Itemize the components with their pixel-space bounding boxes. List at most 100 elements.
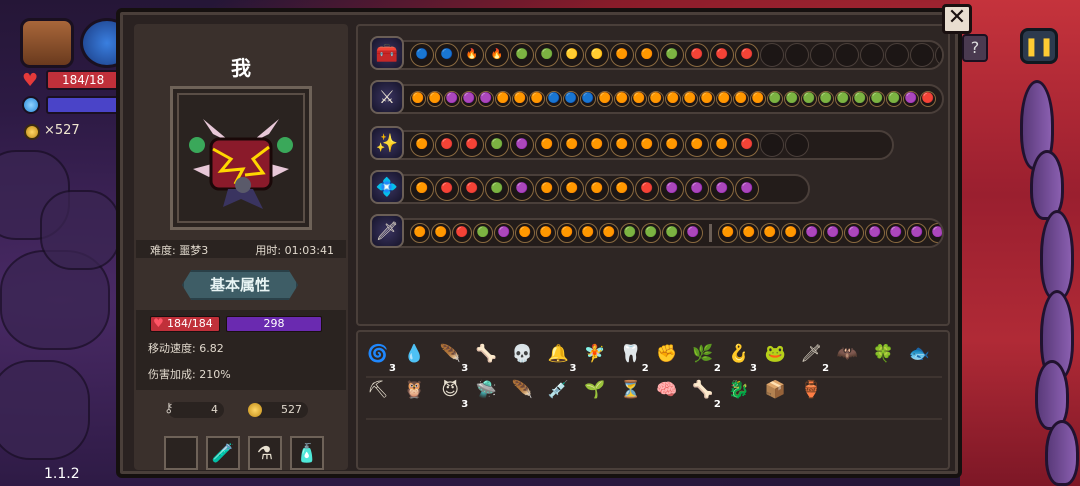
weapon-gem[interactable]: 🔴 <box>460 177 484 201</box>
weapon-gem[interactable]: 🟠 <box>529 91 545 107</box>
weapon-gem[interactable]: 🔴 <box>435 133 459 157</box>
weapon-gem[interactable]: 🟣 <box>802 223 822 243</box>
weapon-gem[interactable]: 🟠 <box>635 133 659 157</box>
weapon-gem[interactable]: 🟢 <box>784 91 800 107</box>
weapon-gem[interactable]: 🟠 <box>635 43 659 67</box>
weapon-gem[interactable]: 🟣 <box>823 223 843 243</box>
weapon-gem[interactable]: 🟣 <box>865 223 885 243</box>
weapon-gem[interactable]: 🔴 <box>710 43 734 67</box>
empty-gem-slot[interactable] <box>785 133 809 157</box>
weapon-head-icon[interactable]: ⚔ <box>370 80 404 114</box>
item-icon[interactable]: 🐟 <box>905 340 933 368</box>
weapon-gem[interactable]: 🟠 <box>660 133 684 157</box>
weapon-gem[interactable]: 🟢 <box>660 43 684 67</box>
item-icon[interactable]: 💀 <box>508 340 536 368</box>
weapon-gem[interactable]: 🔴 <box>735 43 759 67</box>
weapon-gem[interactable]: 🟠 <box>682 91 698 107</box>
item-icon[interactable]: 💉 <box>544 376 572 404</box>
weapon-gem[interactable]: 🟠 <box>599 223 619 243</box>
weapon-gem[interactable]: 🟣 <box>444 91 460 107</box>
item-icon[interactable]: 🌱 <box>581 376 609 404</box>
weapon-gem[interactable]: 🟣 <box>494 223 514 243</box>
weapon-gem[interactable]: 🟢 <box>535 43 559 67</box>
weapon-gem[interactable]: 🟠 <box>512 91 528 107</box>
weapon-gem[interactable]: 🟢 <box>886 91 902 107</box>
weapon-gem[interactable]: 🟠 <box>560 177 584 201</box>
weapon-gem[interactable]: 🔵 <box>410 43 434 67</box>
empty-gem-slot[interactable] <box>935 43 942 67</box>
weapon-gem[interactable]: 🟢 <box>852 91 868 107</box>
weapon-gem[interactable]: 🟣 <box>685 177 709 201</box>
weapon-gem[interactable]: 🔥 <box>460 43 484 67</box>
weapon-gem[interactable]: 🟠 <box>560 133 584 157</box>
item-icon[interactable]: 🪶 <box>508 376 536 404</box>
weapon-gem[interactable]: 🟠 <box>597 91 613 107</box>
weapon-gem[interactable]: 🟠 <box>631 91 647 107</box>
item-icon[interactable]: 🛸 <box>472 376 500 404</box>
weapon-gem[interactable]: 🔴 <box>735 133 759 157</box>
weapon-gem[interactable]: 🟠 <box>648 91 664 107</box>
weapon-gem[interactable]: 🟠 <box>585 177 609 201</box>
empty-gem-slot[interactable] <box>810 43 834 67</box>
weapon-gem[interactable]: 🟣 <box>510 133 534 157</box>
weapon-gem[interactable]: 🟣 <box>844 223 864 243</box>
empty-gem-slot[interactable] <box>785 43 809 67</box>
help-tab[interactable]: ? <box>962 34 988 62</box>
potion-slot-pink[interactable]: 🧴 <box>290 436 324 470</box>
weapon-head-icon[interactable]: ✨ <box>370 126 404 160</box>
item-icon[interactable]: 🪝 3 <box>725 340 757 374</box>
item-icon[interactable]: ⛏ <box>364 376 392 404</box>
weapon-gem[interactable]: 🟢 <box>869 91 885 107</box>
item-icon[interactable]: 💧 <box>400 340 428 368</box>
weapon-gem[interactable]: 🔴 <box>920 91 936 107</box>
weapon-row[interactable]: 🔵 🔵 🔥 🔥 🟢 🟢 🟡 🟡 🟠 🟠 🟢 🔴 🔴 🔴 <box>374 40 944 70</box>
empty-gem-slot[interactable] <box>860 43 884 67</box>
weapon-gem[interactable]: 🟠 <box>610 133 634 157</box>
item-icon[interactable]: 🧚 <box>581 340 609 368</box>
weapon-gem[interactable]: 🟣 <box>903 91 919 107</box>
item-icon[interactable]: 🦴 <box>472 340 500 368</box>
weapon-gem[interactable]: 🔵 <box>563 91 579 107</box>
item-icon[interactable]: 📦 <box>761 376 789 404</box>
weapon-gem[interactable]: 🟢 <box>510 43 534 67</box>
weapon-gem[interactable]: 🟢 <box>835 91 851 107</box>
inventory-bag-icon[interactable] <box>20 18 74 68</box>
weapon-gem[interactable]: 🟣 <box>461 91 477 107</box>
weapon-gem[interactable]: 🔴 <box>685 43 709 67</box>
weapon-gem[interactable]: 🟠 <box>536 223 556 243</box>
weapon-gem[interactable]: 🟠 <box>610 177 634 201</box>
item-icon[interactable]: ⏳ <box>617 376 645 404</box>
weapon-gem[interactable]: 🟢 <box>473 223 493 243</box>
item-icon[interactable]: 🔔 3 <box>544 340 577 374</box>
weapon-gem[interactable]: 🔴 <box>635 177 659 201</box>
empty-gem-slot[interactable] <box>910 43 934 67</box>
weapon-head-icon[interactable]: 💠 <box>370 170 404 204</box>
weapon-gem[interactable]: 🟠 <box>699 91 715 107</box>
weapon-gem[interactable]: 🟢 <box>662 223 682 243</box>
weapon-gem[interactable]: 🟣 <box>710 177 734 201</box>
weapon-gem[interactable]: 🔥 <box>485 43 509 67</box>
weapon-gem[interactable]: 🔴 <box>460 133 484 157</box>
potion-slot-empty[interactable] <box>164 436 198 470</box>
weapon-gem[interactable]: 🔵 <box>435 43 459 67</box>
item-icon[interactable]: 🦉 <box>400 376 428 404</box>
potion-slot-yellow[interactable]: 🧪 <box>206 436 240 470</box>
weapon-gem[interactable]: 🟣 <box>735 177 759 201</box>
weapon-gem[interactable]: 🟠 <box>710 133 734 157</box>
weapon-gem[interactable]: 🟢 <box>767 91 783 107</box>
weapon-gem[interactable]: 🟢 <box>485 177 509 201</box>
weapon-gem[interactable]: 🟠 <box>410 133 434 157</box>
item-icon[interactable]: 🦇 <box>833 340 861 368</box>
weapon-gem[interactable]: 🟠 <box>535 133 559 157</box>
weapon-gem[interactable]: 🟢 <box>485 133 509 157</box>
empty-gem-slot[interactable] <box>760 133 784 157</box>
weapon-row[interactable]: 🟠 🔴 🔴 🟢 🟣 🟠 🟠 🟠 🟠 🟠 🟠 🟠 🟠 🔴 <box>374 130 894 160</box>
weapon-gem[interactable]: 🟠 <box>781 223 801 243</box>
weapon-gem[interactable]: 🟠 <box>614 91 630 107</box>
weapon-gem[interactable]: 🟣 <box>683 223 703 243</box>
weapon-gem[interactable]: 🟢 <box>818 91 834 107</box>
item-icon[interactable]: 😈 3 <box>436 376 468 410</box>
weapon-gem[interactable]: 🟠 <box>427 91 443 107</box>
weapon-row[interactable]: 🟠🟠🔴🟢🟣🟠🟠🟠🟠🟠🟢🟢🟢🟣🟠🟠🟠🟠🟣🟣🟣🟣🟣🟣🟣🟣🔴🔴 <box>374 218 944 248</box>
weapon-gem[interactable]: 🟢 <box>801 91 817 107</box>
